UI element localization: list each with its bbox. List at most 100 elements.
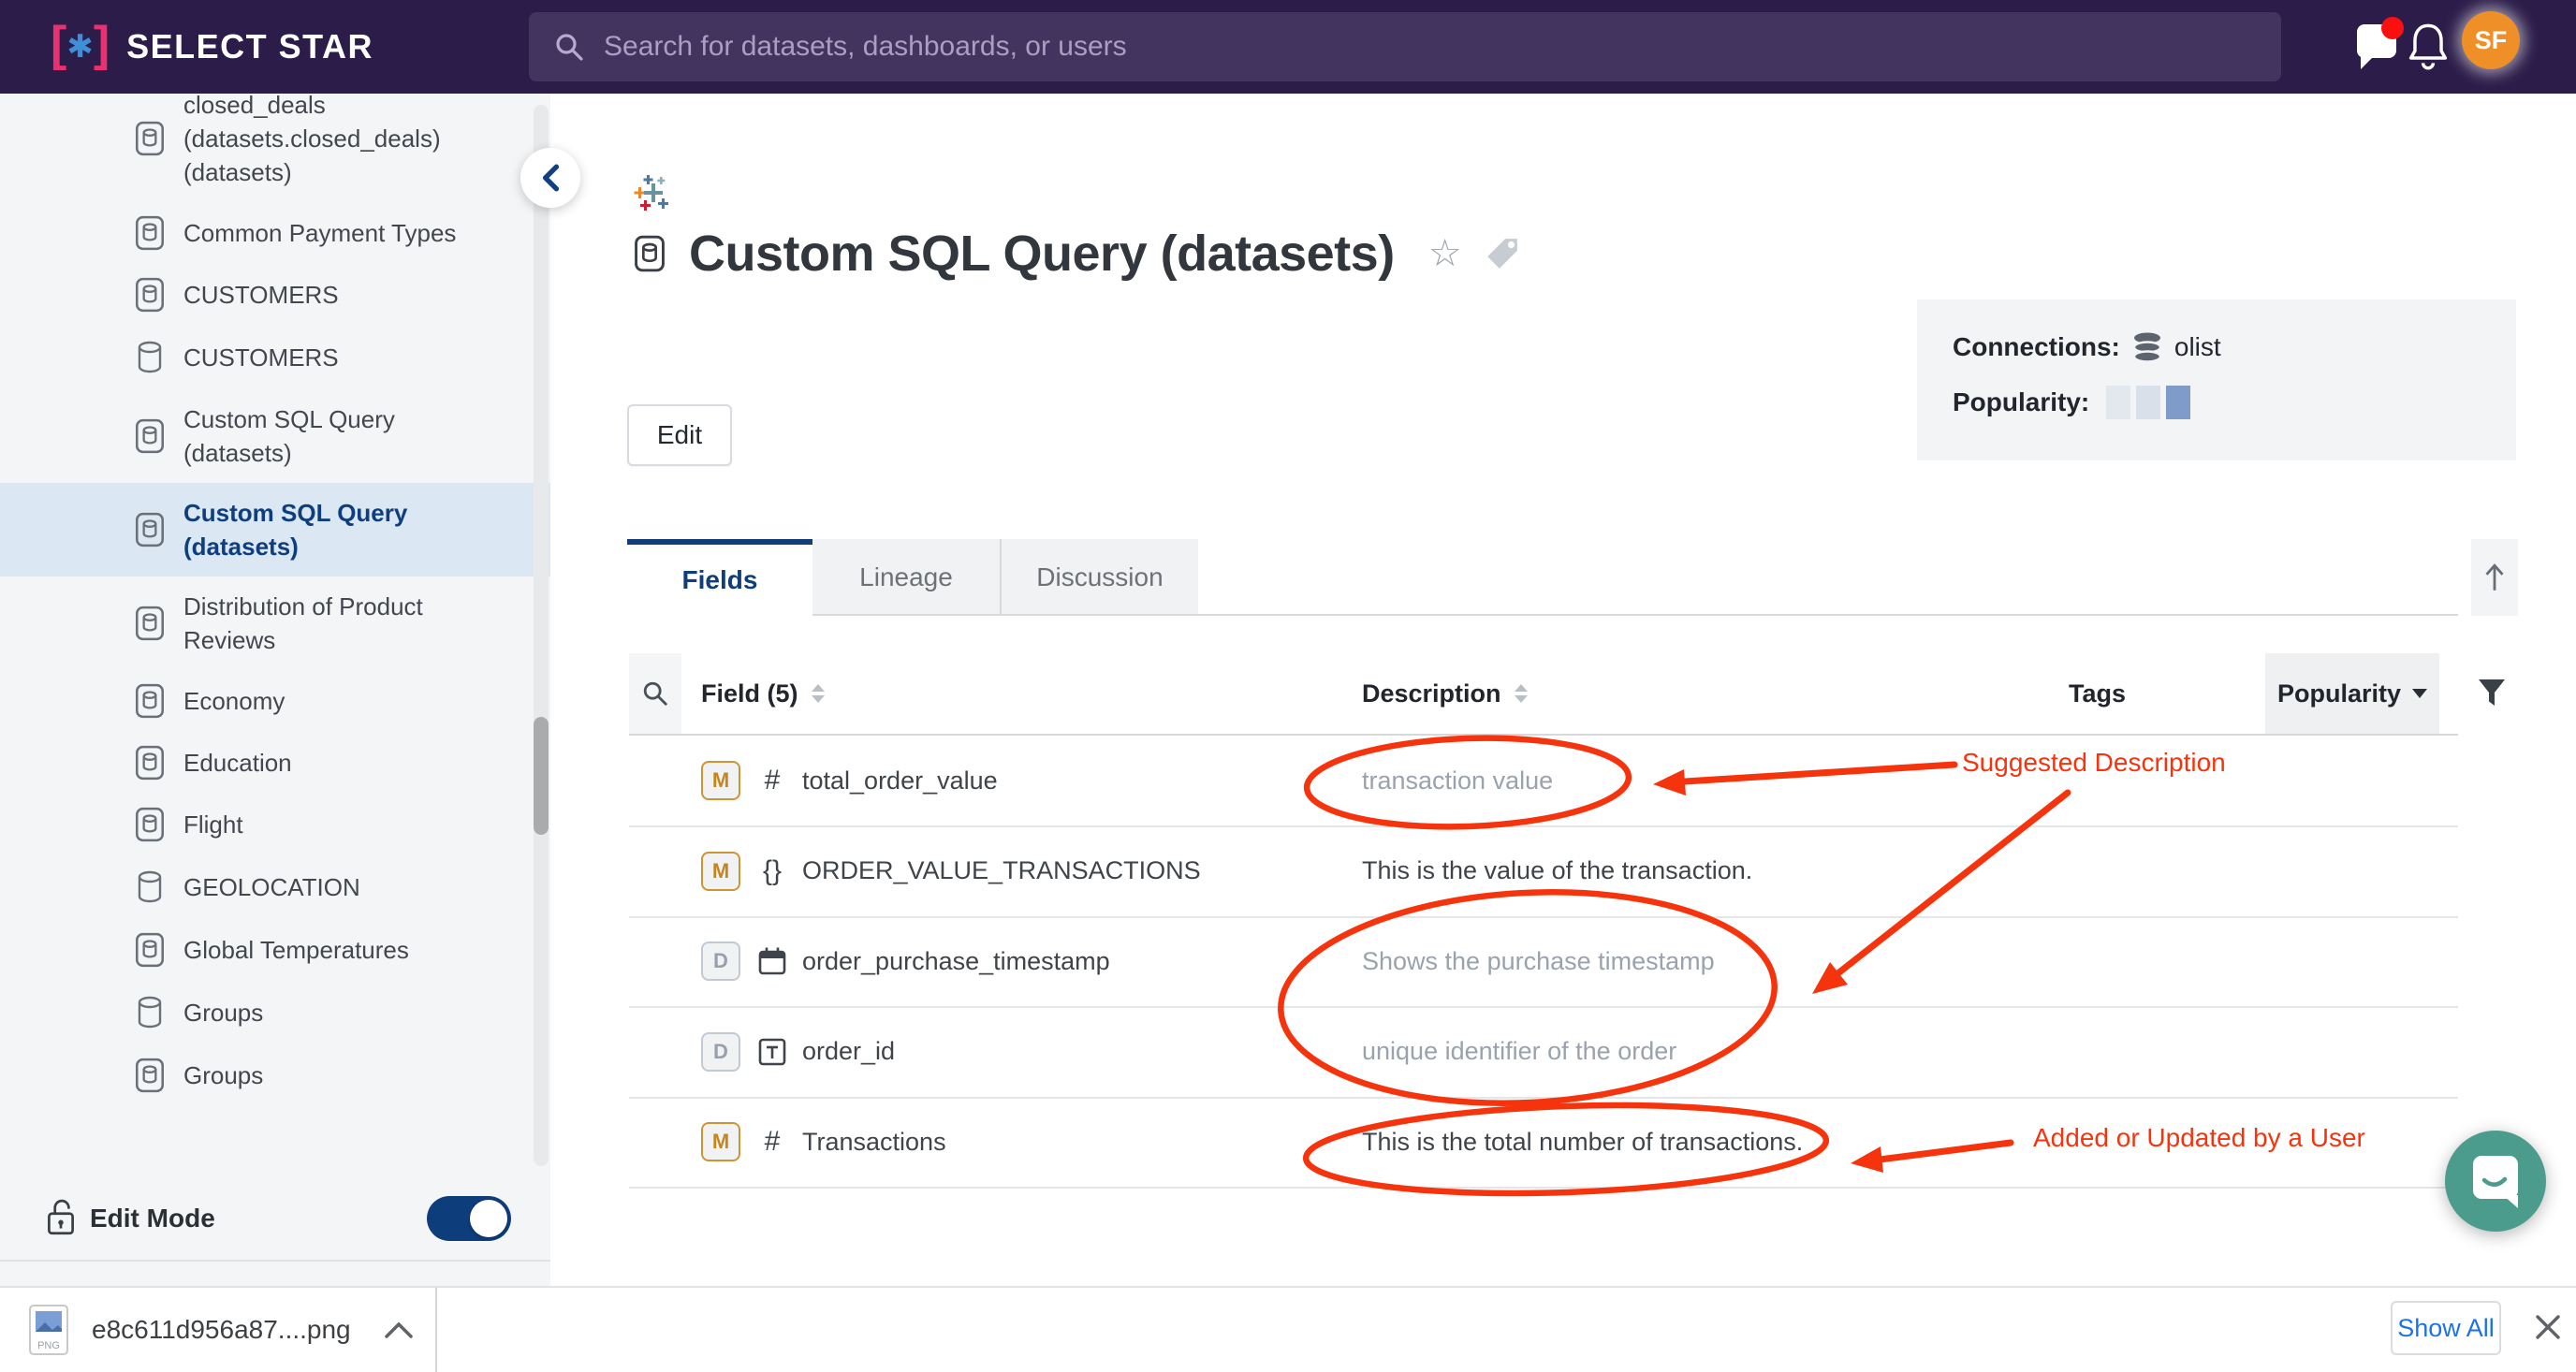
table-search-icon [641, 679, 669, 708]
asterisk-icon: ✱ [66, 31, 94, 63]
field-description: Shows the purchase timestamp [1362, 947, 1715, 976]
table-icon [134, 277, 166, 313]
sidebar-item[interactable]: CUSTOMERS [0, 264, 550, 326]
table-icon [134, 215, 166, 251]
show-all-button[interactable]: Show All [2391, 1301, 2501, 1355]
connection-name[interactable]: olist [2174, 332, 2221, 362]
column-header-field[interactable]: Field (5) [701, 653, 825, 734]
tabs-underline [812, 614, 2458, 616]
braces-icon: {} [763, 855, 782, 887]
sidebar-item-label: Groups [183, 1058, 509, 1092]
chat-bubble-icon [2469, 1154, 2522, 1208]
field-type-badge: M [701, 761, 740, 800]
popularity-label: Popularity: [1953, 387, 2089, 417]
table-icon [134, 807, 166, 842]
sidebar-item[interactable]: Groups [0, 1044, 550, 1106]
column-header-popularity[interactable]: Popularity [2265, 653, 2439, 734]
sidebar-item-label: CUSTOMERS [183, 341, 509, 374]
search-icon [553, 31, 585, 63]
sidebar-item[interactable]: GEOLOCATION [0, 855, 550, 919]
chat-widget-button[interactable] [2445, 1131, 2546, 1232]
column-header-tags: Tags [2069, 653, 2126, 734]
tab-lineage[interactable]: Lineage [812, 539, 1000, 616]
scroll-top-button[interactable] [2471, 539, 2518, 616]
global-search[interactable] [529, 12, 2281, 81]
sidebar-item[interactable]: Flight [0, 794, 550, 855]
sidebar-item[interactable]: Education [0, 732, 550, 794]
popularity-block [2106, 386, 2130, 419]
calendar-icon [757, 946, 787, 976]
filter-funnel-icon [2477, 678, 2507, 708]
select-star-logo: [✱] SELECT STAR [51, 0, 373, 94]
downloaded-file-chip[interactable]: PNG e8c611d956a87....png [28, 1295, 413, 1365]
table-icon [134, 418, 166, 454]
sidebar-item-label: Education [183, 746, 509, 780]
column-header-description[interactable]: Description [1362, 653, 1528, 734]
sidebar-item-label: Groups [183, 996, 509, 1029]
sidebar-item[interactable]: Global Temperatures [0, 919, 550, 981]
sidebar-scrollbar-track [534, 105, 549, 1166]
chevron-left-icon [540, 164, 561, 192]
field-type-badge: D [701, 941, 740, 981]
connections-card: Connections: olist Popularity: [1917, 299, 2516, 460]
filter-button[interactable] [2477, 678, 2507, 712]
expand-file-chevron-icon[interactable] [385, 1321, 413, 1338]
edit-mode-toggle[interactable] [427, 1196, 511, 1241]
file-icon: PNG [28, 1304, 69, 1356]
table-icon [134, 606, 166, 641]
table-row[interactable]: D order_purchase_timestamp Shows the pur… [629, 916, 2458, 1006]
sidebar-item[interactable]: Common Payment Types [0, 202, 550, 264]
table-row[interactable]: D order_id unique identifier of the orde… [629, 1007, 2458, 1097]
sidebar-item[interactable]: Economy [0, 670, 550, 732]
textbox-icon [754, 1038, 791, 1066]
tab-discussion[interactable]: Discussion [1000, 539, 1198, 616]
table-row[interactable]: M {} ORDER_VALUE_TRANSACTIONS This is th… [629, 826, 2458, 916]
sidebar-item[interactable]: Groups [0, 981, 550, 1044]
table-search-button[interactable] [629, 653, 681, 734]
notifications-bell-icon[interactable] [2406, 21, 2451, 76]
feedback-chat-icon[interactable] [2357, 24, 2396, 58]
user-avatar[interactable]: SF [2462, 11, 2520, 69]
sort-icon [1515, 684, 1528, 703]
field-name: Transactions [802, 1128, 946, 1157]
field-name: order_purchase_timestamp [802, 947, 1110, 976]
sidebar-item-label: Flight [183, 808, 509, 841]
sidebar-item-label: Economy [183, 684, 509, 718]
table-icon [134, 683, 166, 719]
favorite-star-icon[interactable]: ☆ [1428, 232, 1462, 275]
table-icon [134, 512, 166, 547]
table-icon [134, 1058, 166, 1093]
close-download-bar-icon[interactable] [2533, 1312, 2563, 1347]
field-description: This is the value of the transaction. [1362, 856, 1752, 885]
sidebar-item[interactable]: Distribution of Product Reviews [0, 577, 550, 670]
field-type-badge: D [701, 1032, 740, 1072]
field-name: ORDER_VALUE_TRANSACTIONS [802, 856, 1201, 885]
annotation-label-suggested: Suggested Description [1962, 748, 2226, 778]
tag-icon[interactable] [1485, 236, 1520, 271]
number-icon: # [765, 765, 781, 796]
sidebar-item[interactable]: CUSTOMERS [0, 326, 550, 389]
sidebar-item-label: Common Payment Types [183, 216, 509, 250]
database-icon [136, 339, 164, 376]
shelf-divider [435, 1288, 437, 1372]
sidebar-scrollbar-thumb[interactable] [534, 717, 549, 835]
edit-button[interactable]: Edit [627, 404, 732, 466]
number-icon: # [754, 765, 791, 796]
sidebar-item-label: GEOLOCATION [183, 870, 509, 904]
sidebar-item[interactable]: Custom SQL Query (datasets) [0, 389, 550, 483]
sidebar-item[interactable]: Custom SQL Query (datasets) [0, 483, 550, 577]
tab-fields[interactable]: Fields [627, 539, 812, 616]
top-navigation-bar: [✱] SELECT STAR SF [0, 0, 2576, 94]
table-icon [134, 745, 166, 781]
text-icon [758, 1038, 786, 1066]
search-input[interactable] [604, 31, 2195, 63]
number-icon: # [765, 1126, 781, 1158]
sidebar-item-label: Distribution of Product Reviews [183, 590, 509, 657]
field-description: unique identifier of the order [1362, 1037, 1676, 1066]
sidebar: closed_deals (datasets.closed_deals) (da… [0, 94, 550, 1286]
sidebar-item[interactable]: closed_deals (datasets.closed_deals) (da… [0, 94, 550, 202]
collapse-sidebar-button[interactable] [520, 148, 580, 208]
popularity-block [2136, 386, 2160, 419]
sidebar-item-label: closed_deals (datasets.closed_deals) (da… [183, 94, 509, 189]
sidebar-item-label: CUSTOMERS [183, 278, 509, 312]
